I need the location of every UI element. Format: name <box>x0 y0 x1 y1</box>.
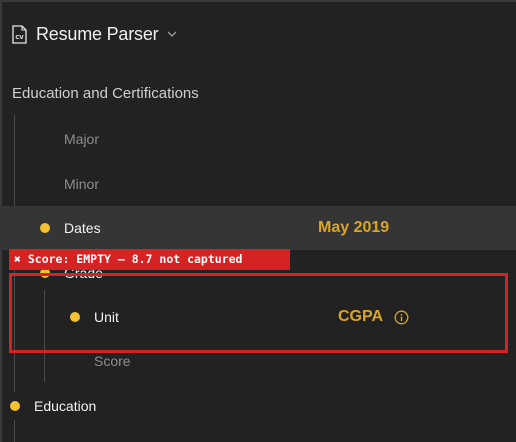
app-title: Resume Parser <box>36 23 159 44</box>
error-banner: ✖ Score: EMPTY — 8.7 not captured <box>9 249 290 270</box>
field-row-minor[interactable]: Minor <box>0 161 516 205</box>
section-title: Education and Certifications <box>12 85 199 102</box>
field-value-dates: May 2019 <box>318 219 390 236</box>
field-row-dates[interactable]: Dates May 2019 <box>0 206 516 250</box>
field-row-major[interactable]: Major <box>0 116 516 160</box>
field-label-score: Score <box>94 353 131 369</box>
chevron-down-icon[interactable] <box>166 28 178 40</box>
status-dot <box>40 223 50 233</box>
field-label-major: Major <box>64 131 100 147</box>
field-label-minor: Minor <box>64 176 100 192</box>
cv-document-icon: CV <box>12 24 27 44</box>
app-header[interactable]: CV Resume Parser <box>12 22 178 46</box>
field-row-education[interactable]: Education <box>0 384 516 428</box>
error-highlight-box <box>9 273 508 353</box>
field-label-dates: Dates <box>64 220 101 236</box>
svg-text:CV: CV <box>15 35 24 41</box>
status-dot <box>10 401 20 411</box>
field-label-education: Education <box>34 398 97 414</box>
